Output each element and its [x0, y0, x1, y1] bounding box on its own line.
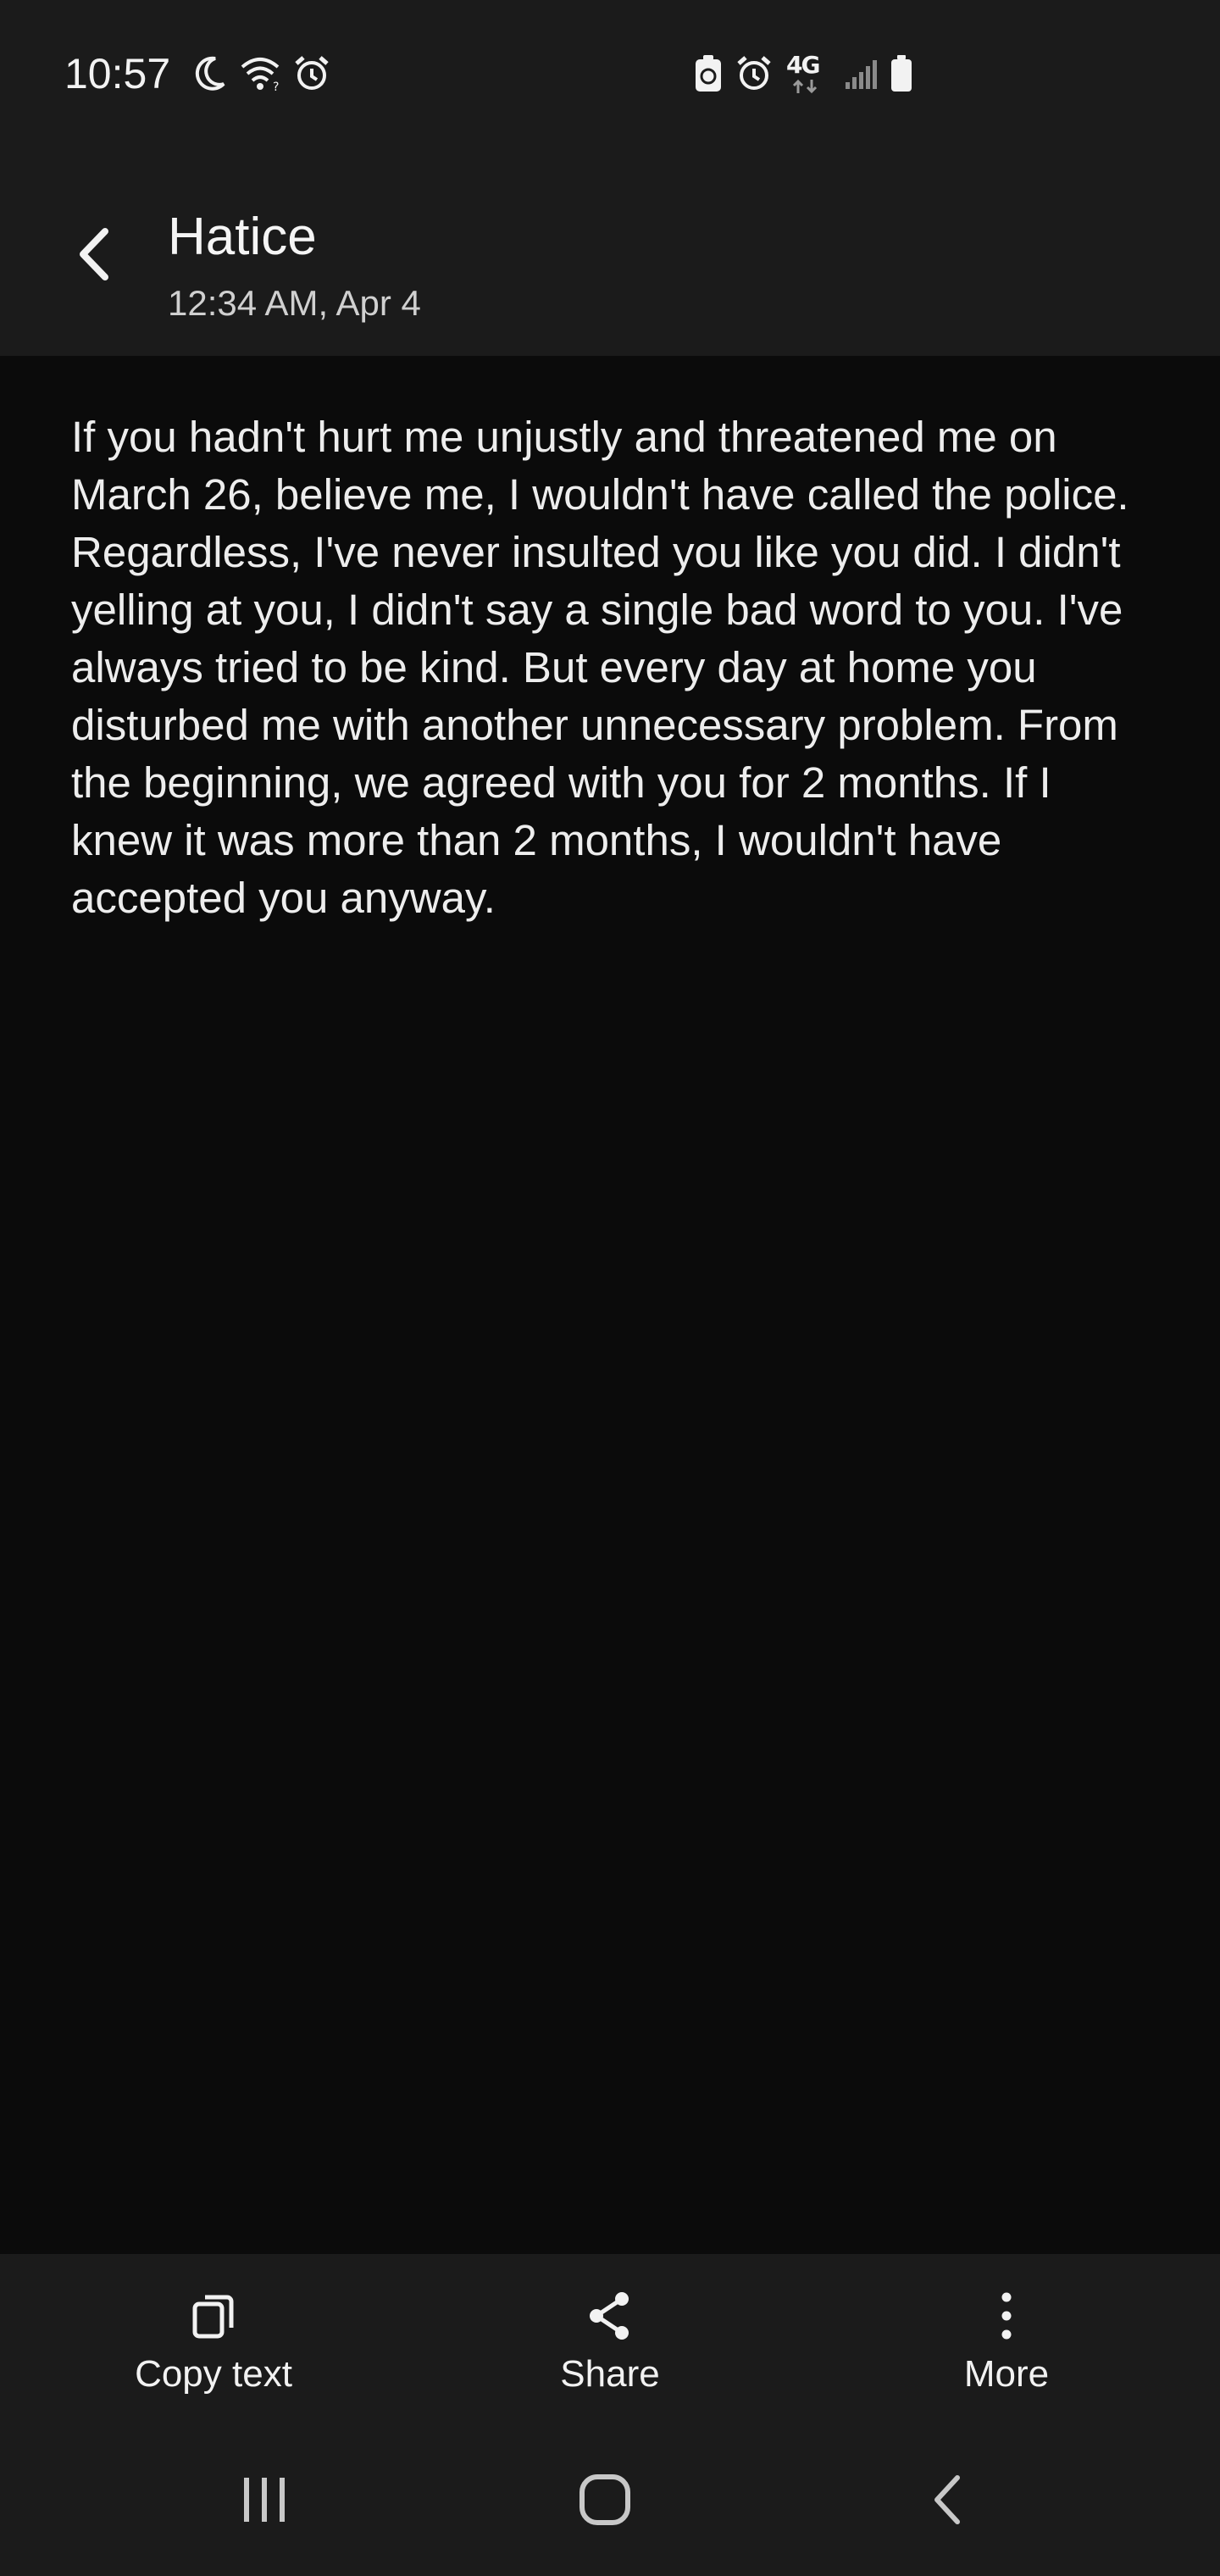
svg-text:?: ? — [273, 80, 279, 92]
navigation-bar — [0, 2423, 1220, 2576]
action-bar: Copy text Share More — [0, 2254, 1220, 2423]
back-icon — [934, 2475, 960, 2524]
home-button[interactable] — [554, 2457, 656, 2542]
chevron-left-icon — [80, 228, 108, 280]
copy-text-button[interactable]: Copy text — [86, 2254, 341, 2423]
share-icon — [590, 2292, 629, 2340]
recent-apps-button[interactable] — [214, 2457, 315, 2542]
share-label: Share — [560, 2353, 660, 2395]
battery-icon — [891, 55, 912, 92]
nav-back-button[interactable] — [896, 2457, 998, 2542]
status-left-icons: ? — [193, 53, 330, 95]
signal-icon — [846, 60, 877, 89]
moon-icon — [195, 56, 225, 91]
alarm-icon — [737, 56, 771, 90]
message-body: If you hadn't hurt me unjustly and threa… — [71, 413, 1129, 922]
message-timestamp: 12:34 AM, Apr 4 — [168, 283, 421, 323]
network-type: 4G — [786, 51, 820, 79]
status-right-icons: 4G — [693, 51, 913, 97]
more-vertical-icon — [1001, 2292, 1012, 2340]
message-area: If you hadn't hurt me unjustly and threa… — [0, 356, 1220, 2254]
copy-icon — [192, 2295, 234, 2339]
contact-name: Hatice — [168, 208, 317, 266]
back-button[interactable] — [59, 220, 127, 288]
recent-apps-icon — [244, 2478, 285, 2522]
more-button[interactable]: More — [879, 2254, 1134, 2423]
conversation-header: Hatice 12:34 AM, Apr 4 — [0, 144, 1220, 356]
alarm-icon — [295, 56, 329, 90]
4g-icon: 4G — [785, 53, 832, 95]
more-label: More — [963, 2353, 1050, 2395]
wifi-icon: ? — [241, 58, 279, 92]
recycle-icon — [696, 55, 721, 92]
status-bar: 10:57 ? 4G — [0, 0, 1220, 144]
share-button[interactable]: Share — [483, 2254, 737, 2423]
copy-text-label: Copy text — [135, 2353, 292, 2395]
home-icon — [580, 2474, 630, 2525]
status-time: 10:57 — [64, 50, 171, 97]
